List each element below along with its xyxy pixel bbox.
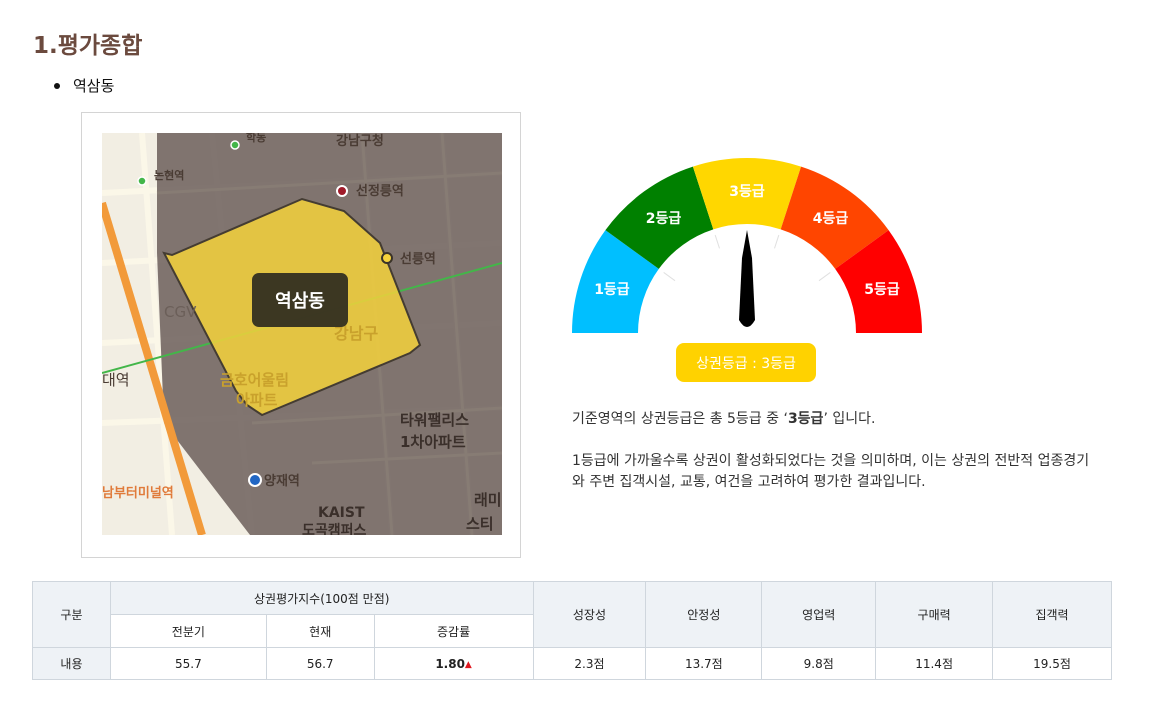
cell-growth: 2.3점 [532, 647, 647, 680]
cell-change: 1.80▲ [373, 647, 534, 680]
table-header-prev: 전분기 [109, 614, 267, 648]
table-header-category: 구분 [32, 581, 111, 648]
gauge-tick [774, 234, 780, 249]
table-header-sales: 영업력 [761, 581, 877, 648]
page-title: 1.평가종합 [33, 33, 143, 59]
station-marker [381, 252, 393, 264]
table-header-purchase: 구매력 [875, 581, 994, 648]
grade-badge-text: 상권등급 : 3등급 [696, 355, 796, 372]
map-label: 아파트 [236, 391, 278, 409]
map-label: 논현역 [154, 168, 184, 182]
evaluation-table: 구분 상권평가지수(100점 만점) 성장성 안정성 영업력 구매력 집객력 전… [32, 581, 1112, 680]
table-row: 내용 55.7 56.7 1.80▲ 2.3점 13.7점 9.8점 11.4점… [32, 647, 1112, 680]
map-label: KAIST [318, 505, 365, 521]
map-label: 학동 [246, 133, 266, 144]
area-map[interactable]: 강남구청 선정릉역 논현역 학동 선릉역 강남구 금호어울림 아파트 타워팰리스… [102, 133, 502, 535]
summary-prefix: 기준영역의 상권등급은 총 5등급 중 ‘ [572, 411, 788, 427]
gauge-label-4: 4등급 [813, 211, 849, 227]
map-label: 대역 [102, 371, 130, 389]
grade-gauge: 1등급 2등급 3등급 4등급 5등급 [572, 158, 922, 333]
station-marker [336, 185, 348, 197]
gauge-label-1: 1등급 [594, 282, 630, 298]
cell-sales: 9.8점 [761, 647, 877, 680]
gauge-tick [818, 272, 831, 282]
map-label: CGV [164, 303, 197, 321]
station-marker [230, 140, 240, 150]
summary-grade: 3등급 [787, 411, 824, 427]
grade-summary: 기준영역의 상권등급은 총 5등급 중 ‘3등급’ 입니다. [572, 409, 1092, 430]
map-label: 강남구청 [336, 133, 384, 149]
bullet-dot [54, 82, 60, 89]
area-list-item: 역삼동 [54, 75, 114, 96]
row-label: 내용 [32, 647, 111, 680]
grade-badge: 상권등급 : 3등급 [676, 343, 816, 382]
table-header-stability: 안정성 [645, 581, 763, 648]
gauge-needle [739, 230, 755, 327]
gauge-tick [714, 234, 720, 249]
summary-suffix: ’ 입니다. [823, 411, 876, 427]
station-marker [137, 176, 147, 186]
cell-stability: 13.7점 [645, 647, 763, 680]
map-label: 남부터미널역 [102, 485, 174, 501]
gauge-label-3: 3등급 [729, 184, 765, 200]
cell-attraction: 19.5점 [992, 647, 1112, 680]
cell-purchase: 11.4점 [875, 647, 994, 680]
grade-explanation: 1등급에 가까울수록 상권이 활성화되었다는 것을 의미하며, 이는 상권의 전… [572, 453, 1090, 490]
area-name: 역삼동 [73, 77, 115, 95]
map-label: 1차아파트 [400, 433, 466, 451]
map-center-label: 역삼동 [275, 291, 325, 312]
map-label: 금호어울림 [220, 371, 289, 389]
gauge-tick [663, 272, 676, 282]
table-header-growth: 성장성 [532, 581, 647, 648]
table-header-index: 상권평가지수(100점 만점) [109, 581, 534, 615]
map-label: 도곡캠퍼스 [302, 522, 367, 535]
table-header-attraction: 집객력 [992, 581, 1112, 648]
grade-description: 기준영역의 상권등급은 총 5등급 중 ‘3등급’ 입니다. 1등급에 가까울수… [572, 409, 1092, 493]
station-marker [248, 473, 262, 487]
map-label: 래미 [474, 491, 502, 509]
map-label: 타워팰리스 [400, 411, 469, 429]
table-header-current: 현재 [265, 614, 375, 648]
cell-prev: 55.7 [109, 647, 267, 680]
up-triangle-icon: ▲ [464, 659, 472, 670]
change-value: 1.80 [435, 656, 465, 671]
table-header-change: 증감률 [373, 614, 534, 648]
cell-current: 56.7 [265, 647, 375, 680]
gauge-label-2: 2등급 [646, 211, 682, 227]
map-label: 스티 [466, 515, 494, 533]
map-label: 양재역 [264, 473, 300, 489]
map-label: 선정릉역 [356, 183, 404, 199]
map-frame: 강남구청 선정릉역 논현역 학동 선릉역 강남구 금호어울림 아파트 타워팰리스… [81, 112, 521, 558]
map-label: 선릉역 [400, 251, 436, 267]
gauge-label-5: 5등급 [864, 282, 900, 298]
